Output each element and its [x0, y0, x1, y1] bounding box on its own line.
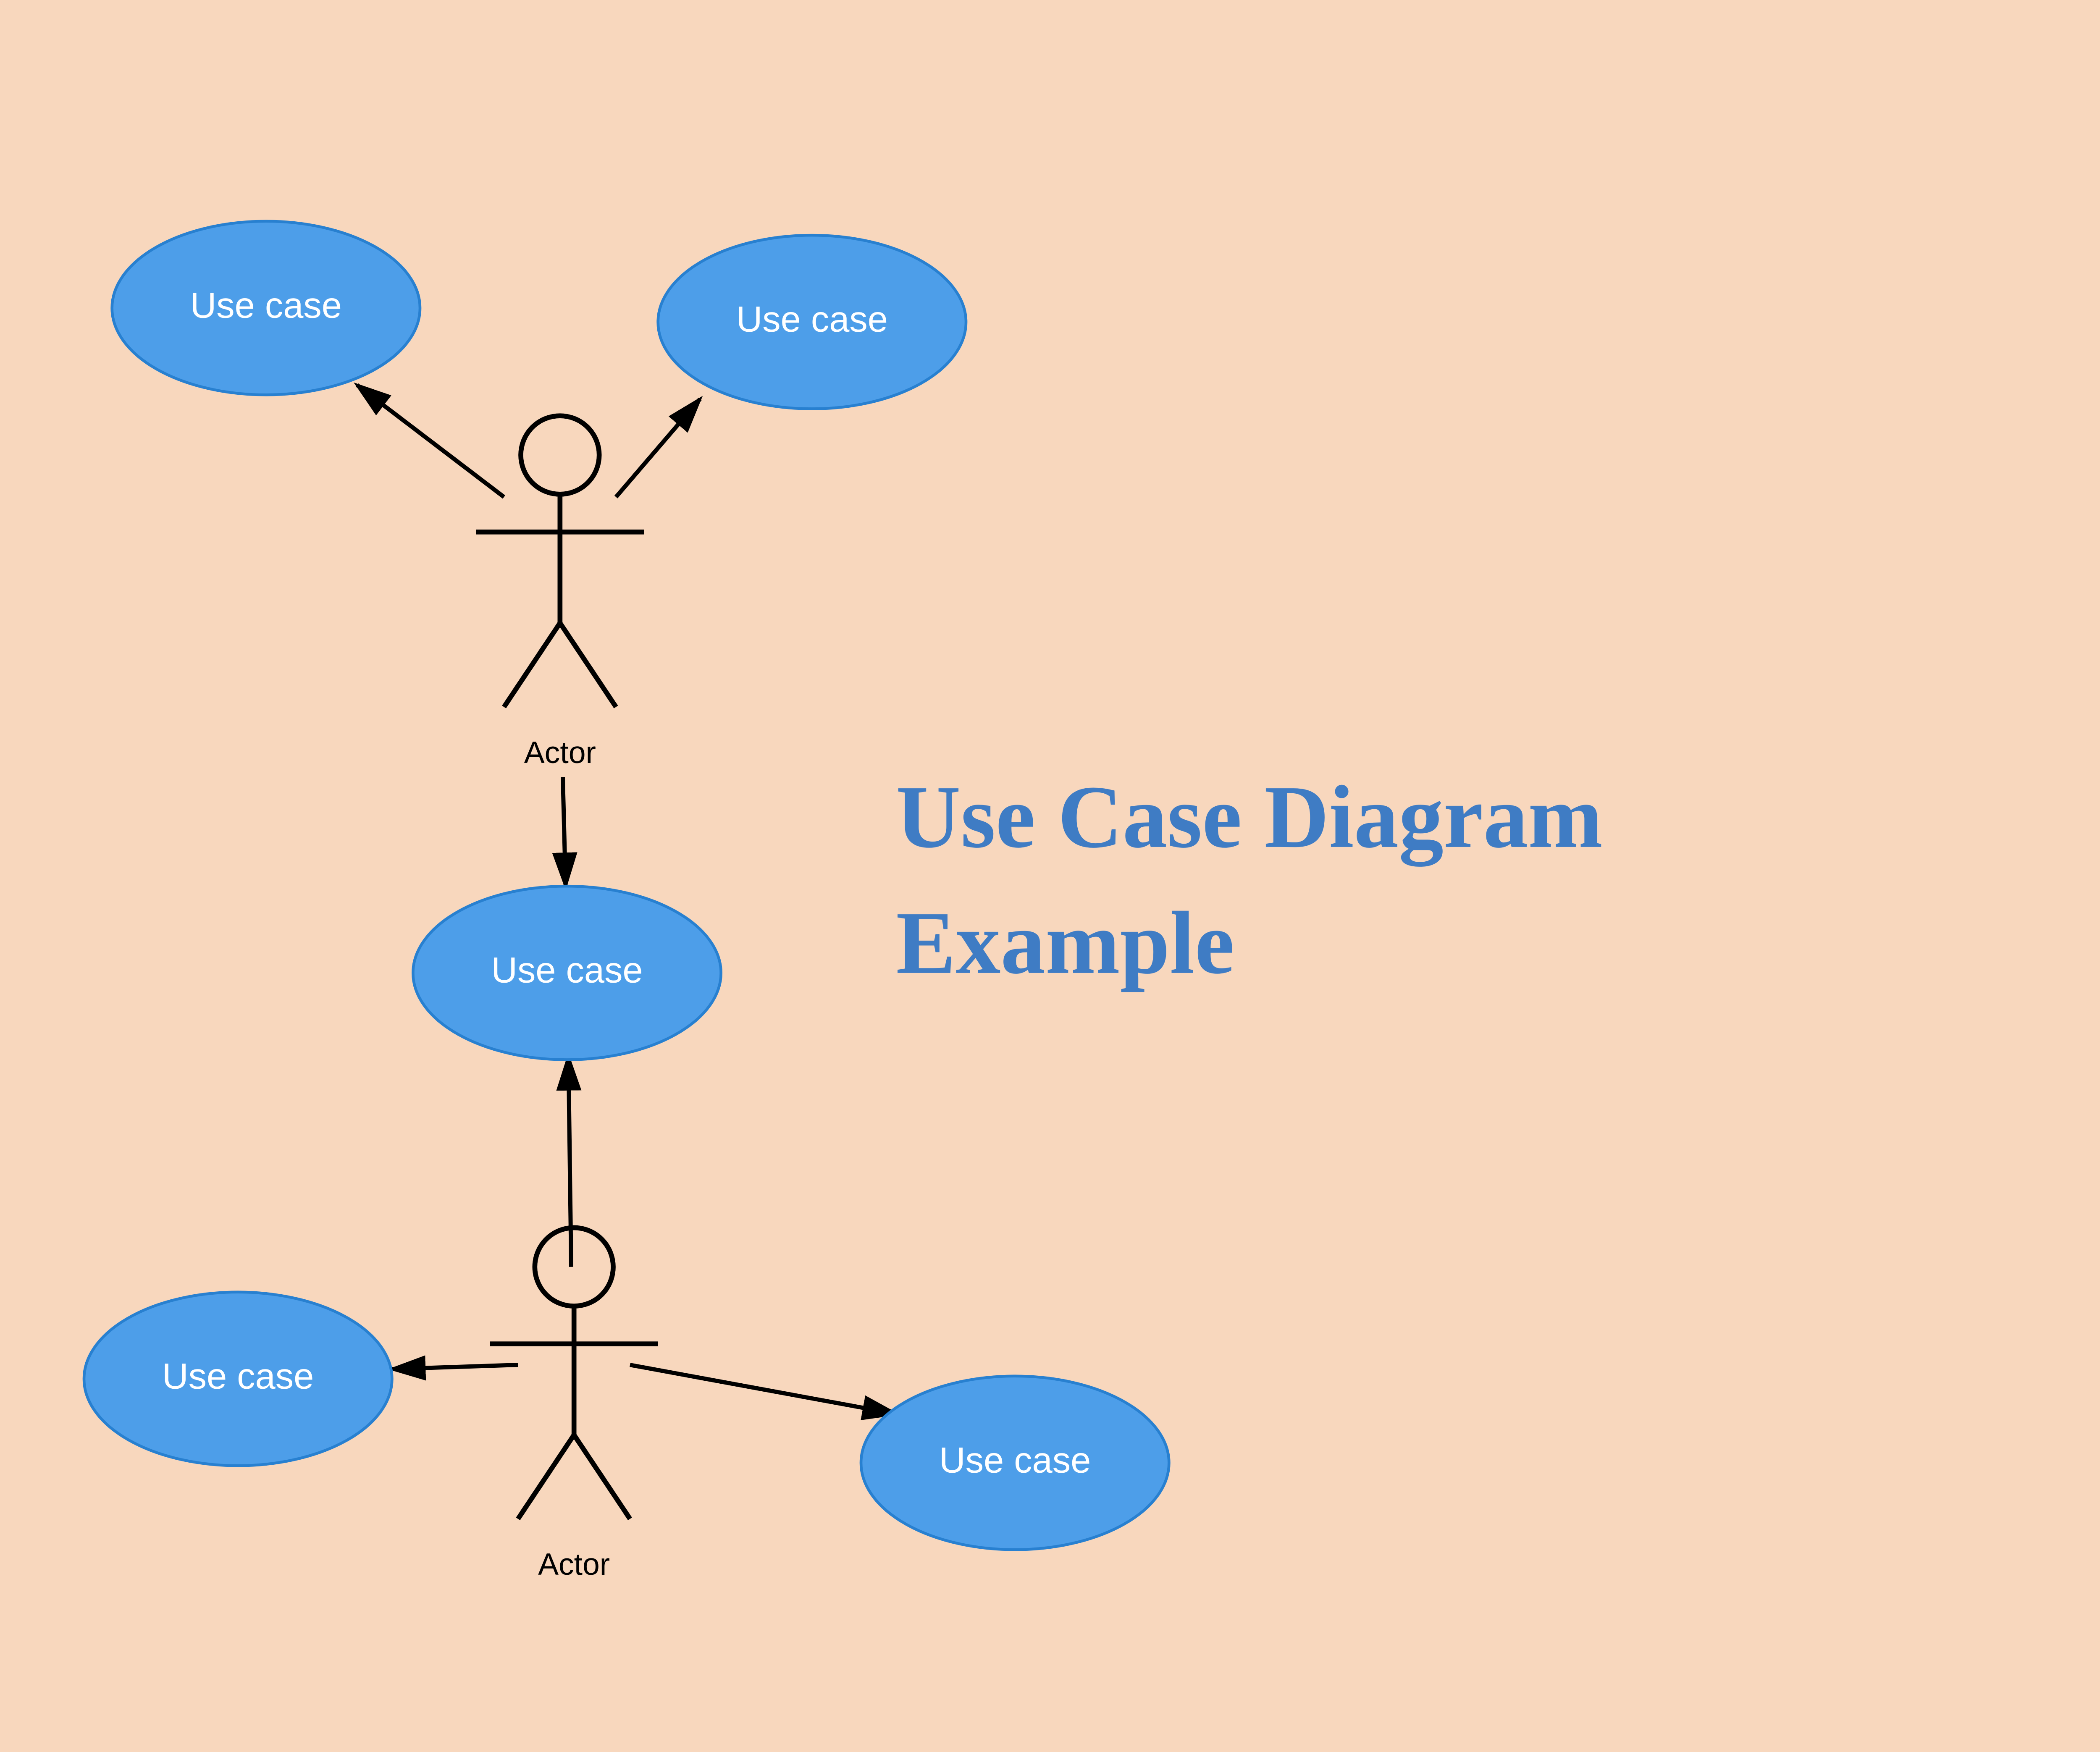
usecase-bottom-left: Use case [84, 1292, 392, 1466]
usecase-bottom-right-label: Use case [939, 1440, 1091, 1480]
arrow-actor2-to-usecase-bottomleft [392, 1365, 518, 1369]
diagram-canvas: Use case Use case Use case Use case Use … [0, 0, 2100, 1750]
use-case-diagram: Use case Use case Use case Use case Use … [0, 0, 2100, 1750]
arrow-actor1-to-usecase-topleft [357, 385, 504, 497]
usecase-top-right: Use case [658, 235, 966, 409]
usecase-top-left: Use case [112, 221, 420, 395]
usecase-top-right-label: Use case [736, 299, 888, 340]
usecase-middle-label: Use case [491, 950, 643, 991]
usecase-bottom-left-label: Use case [162, 1356, 314, 1396]
actor-top: Actor [476, 416, 644, 770]
arrow-actor1-to-usecase-topright [616, 399, 700, 497]
arrow-actor2-to-usecase-bottomright [630, 1365, 896, 1414]
actor-bottom-label: Actor [538, 1547, 610, 1582]
arrow-actor1-to-usecase-middle [563, 777, 566, 886]
arrow-actor2-to-usecase-middle [568, 1057, 571, 1267]
usecase-bottom-right: Use case [861, 1376, 1169, 1550]
title-line-1: Use Case Diagram [896, 768, 1603, 867]
title-line-2: Example [896, 894, 1234, 993]
usecase-middle: Use case [413, 886, 721, 1060]
actor-top-label: Actor [524, 735, 596, 770]
diagram-title: Use Case Diagram Example [896, 768, 1603, 993]
usecase-top-left-label: Use case [190, 285, 342, 325]
actor-bottom: Actor [490, 1228, 658, 1582]
